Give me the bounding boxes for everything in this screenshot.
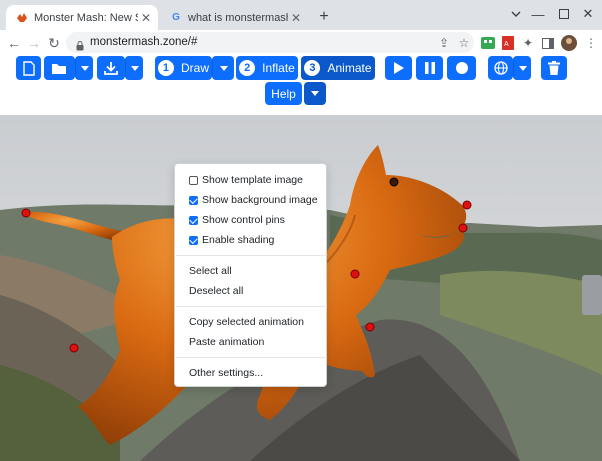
menu-item-label: Enable shading bbox=[202, 234, 275, 246]
lock-icon[interactable] bbox=[76, 38, 84, 56]
animate-mode-button[interactable]: 3 Animate bbox=[301, 56, 375, 80]
menu-item-paste-animation[interactable]: Paste animation bbox=[189, 336, 264, 348]
close-window-icon[interactable]: ✕ bbox=[572, 0, 602, 28]
new-tab-button[interactable]: + bbox=[314, 7, 334, 27]
delete-button[interactable] bbox=[541, 56, 567, 80]
control-pin[interactable] bbox=[350, 269, 360, 279]
menu-item-other-settings[interactable]: Other settings... bbox=[189, 367, 263, 379]
url-text: monstermash.zone/# bbox=[90, 36, 198, 48]
help-dropdown-button[interactable] bbox=[304, 82, 326, 105]
tab-google-search[interactable]: G what is monstermash? - Google S ✕ bbox=[160, 5, 308, 30]
share-icon[interactable]: ⇪ bbox=[436, 35, 452, 51]
record-icon bbox=[455, 62, 468, 74]
share-globe-button[interactable] bbox=[488, 56, 513, 80]
new-file-button[interactable] bbox=[16, 56, 41, 80]
checkbox-show-template-image[interactable] bbox=[189, 175, 198, 185]
more-menu-icon[interactable]: ⋮ bbox=[583, 35, 599, 51]
monster-icon bbox=[16, 12, 28, 24]
pause-icon bbox=[424, 62, 435, 74]
avatar[interactable] bbox=[561, 35, 577, 51]
inflate-label: Inflate bbox=[262, 61, 295, 75]
checkbox-enable-shading[interactable] bbox=[189, 235, 198, 245]
help-button[interactable]: Help bbox=[265, 82, 302, 105]
play-icon bbox=[393, 62, 404, 74]
control-pin[interactable] bbox=[69, 343, 79, 353]
browser-toolbar: ← → ↻ monstermash.zone/# ⇪ ☆ A ✦ ⋮ bbox=[0, 30, 602, 55]
record-button[interactable] bbox=[447, 56, 476, 80]
step-number: 1 bbox=[157, 60, 174, 76]
pdf-extension-icon[interactable]: A bbox=[500, 35, 516, 51]
back-icon[interactable]: ← bbox=[4, 33, 24, 53]
export-dropdown-button[interactable] bbox=[125, 56, 143, 80]
draw-dropdown-button[interactable] bbox=[212, 56, 234, 80]
inflate-mode-button[interactable]: 2 Inflate bbox=[236, 56, 298, 80]
download-icon bbox=[104, 62, 118, 75]
forward-icon[interactable]: → bbox=[24, 33, 44, 53]
trash-icon bbox=[548, 61, 560, 75]
open-dropdown-button[interactable] bbox=[75, 56, 93, 80]
google-icon: G bbox=[172, 12, 180, 23]
checkbox-show-background-image[interactable] bbox=[189, 195, 198, 205]
control-pin[interactable] bbox=[389, 177, 399, 187]
browser-tab-strip: Monster Mash: New Sketch-Base ✕ G what i… bbox=[0, 0, 602, 30]
tab-title: Monster Mash: New Sketch-Base bbox=[34, 11, 138, 24]
menu-item-show-background-image[interactable]: Show background image bbox=[189, 194, 318, 206]
caret-down-icon bbox=[219, 65, 228, 71]
folder-icon bbox=[51, 63, 66, 74]
step-number: 2 bbox=[239, 60, 256, 76]
animate-label: Animate bbox=[327, 61, 372, 75]
menu-item-enable-shading[interactable]: Enable shading bbox=[189, 234, 274, 246]
monster-mash-app: 1 Draw 2 Inflate 3 Animate Help Show tem… bbox=[0, 55, 602, 461]
globe-icon bbox=[493, 61, 508, 75]
menu-item-label: Show background image bbox=[202, 194, 318, 206]
caret-down-icon bbox=[130, 65, 139, 71]
control-pin[interactable] bbox=[462, 200, 472, 210]
checkbox-show-control-pins[interactable] bbox=[189, 215, 198, 225]
caret-down-icon bbox=[80, 65, 89, 71]
caret-down-icon bbox=[518, 65, 527, 71]
menu-item-show-control-pins[interactable]: Show control pins bbox=[189, 214, 285, 226]
menu-divider bbox=[176, 306, 327, 307]
menu-item-show-template-image[interactable]: Show template image bbox=[189, 174, 303, 186]
menu-item-select-all[interactable]: Select all bbox=[189, 265, 232, 277]
menu-item-deselect-all[interactable]: Deselect all bbox=[189, 285, 243, 297]
step-number: 3 bbox=[304, 60, 321, 76]
caret-down-icon bbox=[311, 91, 319, 96]
tab-title: what is monstermash? - Google S bbox=[188, 11, 288, 24]
play-button[interactable] bbox=[385, 56, 412, 80]
reload-icon[interactable]: ↻ bbox=[44, 33, 64, 53]
svg-text:A: A bbox=[504, 41, 509, 48]
control-pin[interactable] bbox=[21, 208, 31, 218]
control-pin[interactable] bbox=[458, 223, 468, 233]
share-dropdown-button[interactable] bbox=[513, 56, 531, 80]
settings-dropdown-menu: Show template image Show background imag… bbox=[174, 163, 327, 387]
close-tab-icon[interactable]: ✕ bbox=[138, 11, 154, 25]
side-panel-icon[interactable] bbox=[540, 35, 556, 51]
menu-item-copy-animation[interactable]: Copy selected animation bbox=[189, 316, 304, 328]
draw-label: Draw bbox=[180, 61, 209, 75]
menu-item-label: Show template image bbox=[202, 174, 303, 186]
close-tab-icon[interactable]: ✕ bbox=[288, 11, 304, 25]
menu-item-label: Show control pins bbox=[202, 214, 285, 226]
pause-button[interactable] bbox=[416, 56, 443, 80]
menu-divider bbox=[176, 255, 327, 256]
extensions-puzzle-icon[interactable]: ✦ bbox=[520, 35, 536, 51]
draw-mode-button[interactable]: 1 Draw bbox=[155, 56, 212, 80]
export-button[interactable] bbox=[97, 56, 125, 80]
extension-green-icon[interactable] bbox=[480, 35, 496, 51]
menu-divider bbox=[176, 357, 327, 358]
open-button[interactable] bbox=[44, 56, 75, 80]
control-pin[interactable] bbox=[365, 322, 375, 332]
file-icon bbox=[22, 60, 35, 76]
bookmark-star-icon[interactable]: ☆ bbox=[456, 35, 472, 51]
tab-monster-mash[interactable]: Monster Mash: New Sketch-Base ✕ bbox=[6, 5, 158, 30]
